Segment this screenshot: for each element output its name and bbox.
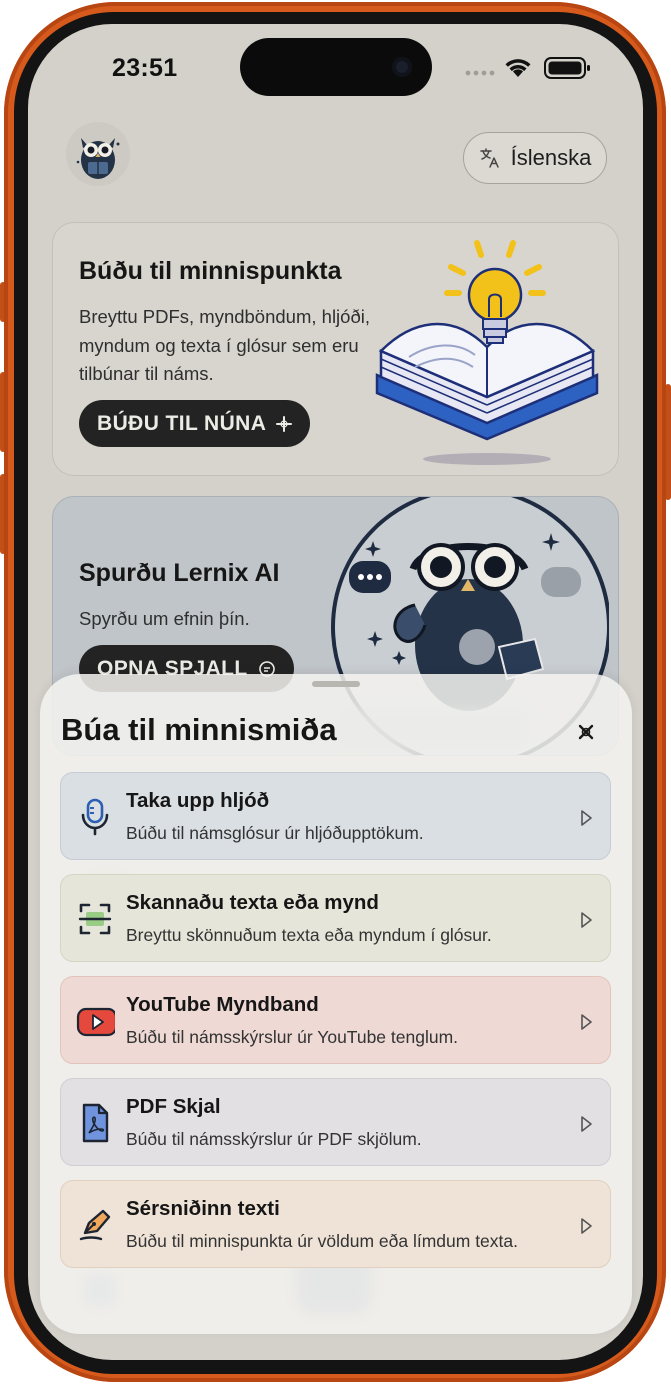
cellular-signal-icon xyxy=(465,70,495,76)
youtube-icon xyxy=(76,1007,115,1037)
create-now-label: BÚÐU TIL NÚNA xyxy=(97,411,267,435)
wifi-icon xyxy=(505,59,531,77)
language-label: Íslenska xyxy=(510,145,592,170)
sheet-grabber[interactable] xyxy=(312,681,360,687)
microphone-icon xyxy=(81,798,109,836)
option-description: Breyttu skönnuðum texta eða myndum í gló… xyxy=(126,925,492,945)
close-icon[interactable] xyxy=(574,720,598,744)
option-custom-text[interactable]: Sérsniðinn texti Búðu til minnispunkta ú… xyxy=(60,1180,611,1268)
chevron-right-icon xyxy=(581,810,592,826)
option-title: Taka upp hljóð xyxy=(126,789,270,812)
dynamic-island xyxy=(240,38,432,96)
translate-icon xyxy=(479,148,499,168)
option-title: Sérsniðinn texti xyxy=(126,1197,280,1220)
pdf-icon xyxy=(82,1103,109,1143)
option-description: Búðu til námsskýrslur úr YouTube tenglum… xyxy=(126,1027,459,1047)
create-notes-title: Búðu til minnispunkta xyxy=(79,257,342,285)
book-lightbulb-illustration xyxy=(375,240,599,465)
ask-lernix-title: Spurðu Lernix AI xyxy=(79,559,280,587)
option-title: PDF Skjal xyxy=(126,1095,221,1118)
option-record-audio[interactable]: Taka upp hljóð Búðu til námsglósur úr hl… xyxy=(60,772,611,860)
option-description: Búðu til minnispunkta úr völdum eða límd… xyxy=(126,1231,518,1251)
create-notes-description: Breyttu PDFs, myndböndum, hljóði, myndum… xyxy=(79,306,370,384)
owl-avatar[interactable] xyxy=(66,122,130,186)
create-notes-sheet: Búa til minnismiða Taka upp hljóð Búðu t… xyxy=(40,674,632,1334)
option-title: Skannaðu texta eða mynd xyxy=(126,891,379,914)
option-scan-text[interactable]: Skannaðu texta eða mynd Breyttu skönnuðu… xyxy=(60,874,611,962)
screen: 23:51 Íslenska Búðu til minnispunkta Bre… xyxy=(28,24,643,1360)
chevron-right-icon xyxy=(581,1218,592,1234)
language-button[interactable]: Íslenska xyxy=(463,132,607,184)
status-icons xyxy=(464,56,614,80)
scan-icon xyxy=(78,903,112,935)
chevron-right-icon xyxy=(581,1116,592,1132)
battery-icon xyxy=(544,57,590,79)
option-youtube-video[interactable]: YouTube Myndband Búðu til námsskýrslur ú… xyxy=(60,976,611,1064)
front-camera xyxy=(392,57,412,77)
option-pdf-document[interactable]: PDF Skjal Búðu til námsskýrslur úr PDF s… xyxy=(60,1078,611,1166)
sheet-title: Búa til minnismiða xyxy=(61,712,337,747)
option-description: Búðu til námsglósur úr hljóðupptökum. xyxy=(126,823,424,843)
status-time: 23:51 xyxy=(112,54,178,82)
option-title: YouTube Myndband xyxy=(126,993,319,1016)
pen-icon xyxy=(79,1209,111,1241)
create-notes-card[interactable]: Búðu til minnispunkta Breyttu PDFs, mynd… xyxy=(52,222,619,476)
create-now-button[interactable]: BÚÐU TIL NÚNA xyxy=(79,400,311,447)
chevron-right-icon xyxy=(581,1014,592,1030)
sparkle-plus-icon xyxy=(276,415,293,432)
option-description: Búðu til námsskýrslur úr PDF skjölum. xyxy=(126,1129,422,1149)
chevron-right-icon xyxy=(581,912,592,928)
